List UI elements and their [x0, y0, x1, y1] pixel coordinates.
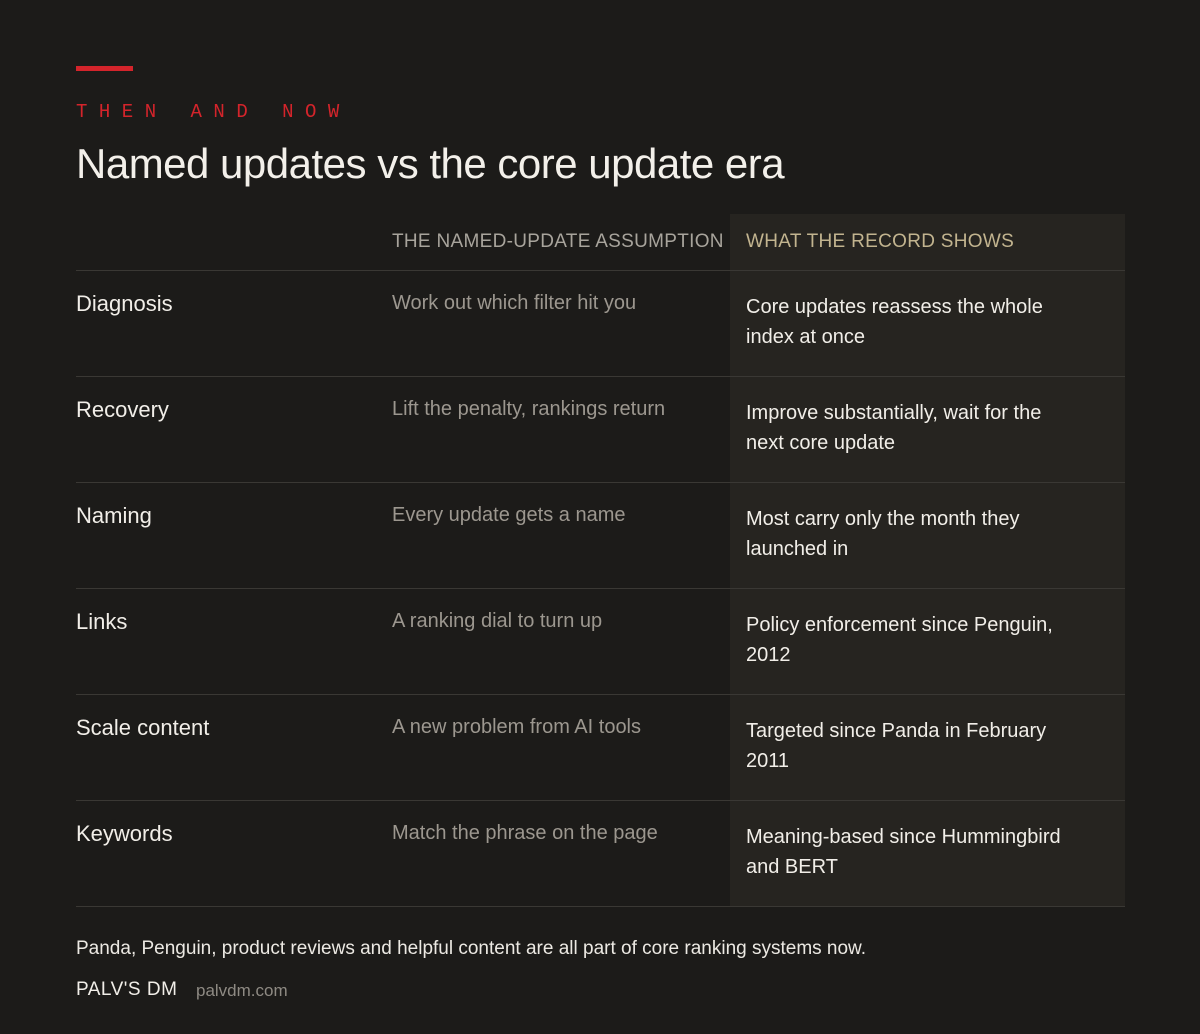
row-record: Core updates reassess the whole index at… — [746, 296, 1043, 348]
header-record: WHAT THE RECORD SHOWS — [746, 231, 1015, 252]
table-row: Scale content A new problem from AI tool… — [76, 695, 1125, 801]
table-row: Links A ranking dial to turn up Policy e… — [76, 589, 1125, 695]
row-record: Targeted since Panda in February 2011 — [746, 720, 1047, 772]
row-label: Recovery — [76, 397, 169, 422]
brand-name: PALV'S DM — [76, 979, 178, 1000]
row-assumption: Lift the penalty, rankings return — [392, 398, 666, 420]
row-assumption: A new problem from AI tools — [392, 716, 642, 738]
row-record: Most carry only the month they launched … — [746, 508, 1020, 560]
row-record: Improve substantially, wait for the next… — [746, 402, 1042, 454]
row-label: Diagnosis — [76, 291, 173, 316]
row-assumption: Every update gets a name — [392, 504, 626, 526]
table-header: THE NAMED-UPDATE ASSUMPTION WHAT THE REC… — [76, 214, 1125, 271]
comparison-table: THE NAMED-UPDATE ASSUMPTION WHAT THE REC… — [76, 214, 1125, 907]
table-row: Diagnosis Work out which filter hit you … — [76, 271, 1125, 377]
row-record: Policy enforcement since Penguin, 2012 — [746, 614, 1053, 666]
brand-domain[interactable]: palvdm.com — [196, 981, 288, 1001]
table-row: Naming Every update gets a name Most car… — [76, 483, 1125, 589]
row-record: Meaning-based since Hummingbird and BERT — [746, 826, 1061, 878]
footnote: Panda, Penguin, product reviews and help… — [76, 938, 867, 959]
table-row: Recovery Lift the penalty, rankings retu… — [76, 377, 1125, 483]
table-row: Keywords Match the phrase on the page Me… — [76, 801, 1125, 907]
row-label: Scale content — [76, 715, 210, 740]
row-label: Naming — [76, 503, 152, 528]
row-assumption: A ranking dial to turn up — [392, 610, 603, 632]
row-assumption: Work out which filter hit you — [392, 292, 637, 314]
header-assumption: THE NAMED-UPDATE ASSUMPTION — [392, 231, 724, 252]
row-assumption: Match the phrase on the page — [392, 822, 658, 844]
eyebrow-label: THEN AND NOW — [76, 101, 351, 123]
row-label: Links — [76, 609, 128, 634]
accent-bar — [76, 66, 133, 71]
page-title: Named updates vs the core update era — [76, 140, 785, 187]
row-label: Keywords — [76, 821, 173, 846]
